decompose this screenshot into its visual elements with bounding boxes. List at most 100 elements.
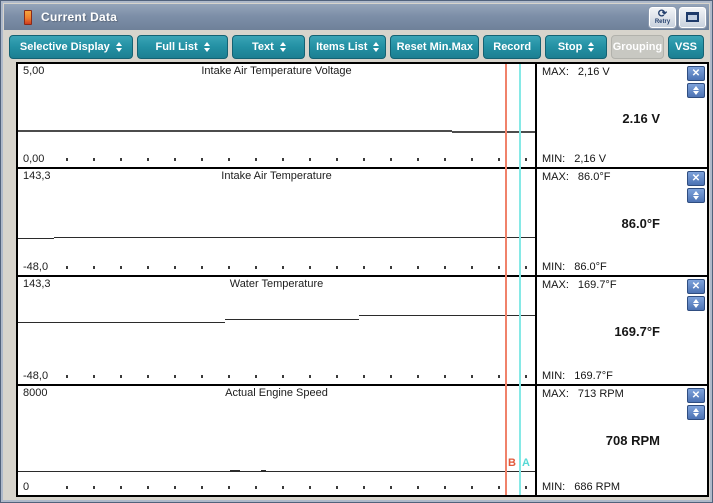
scale-min-label: 0,00 — [23, 153, 44, 165]
trace-line — [261, 470, 266, 471]
channel-title: Water Temperature — [18, 278, 535, 290]
max-label: MAX: — [542, 279, 569, 291]
channel-row-engine-speed: 8000 Actual Engine Speed 0 MAX: 713 RPM … — [18, 386, 707, 495]
reorder-channel-icon[interactable] — [687, 296, 705, 311]
reset-minmax-label: Reset Min.Max — [397, 41, 473, 53]
min-readout: MIN: 86.0°F — [542, 261, 607, 273]
dropdown-arrows-icon — [280, 42, 286, 52]
close-channel-icon[interactable]: ✕ — [687, 279, 705, 294]
selective-display-dropdown[interactable]: Selective Display — [9, 35, 133, 59]
min-readout: MIN: 686 RPM — [542, 481, 620, 493]
reset-minmax-button[interactable]: Reset Min.Max — [390, 35, 479, 59]
channel-title: Intake Air Temperature — [18, 170, 535, 182]
max-label: MAX: — [542, 66, 569, 78]
grouping-label: Grouping — [613, 41, 663, 53]
channel-row-intake-air-temp-voltage: 5,00 Intake Air Temperature Voltage 0,00… — [18, 64, 707, 169]
axis-ticks — [66, 486, 529, 489]
trace-line — [225, 319, 359, 320]
cursor-line-b[interactable] — [505, 64, 507, 495]
max-value: 169.7°F — [578, 279, 617, 291]
current-value: 169.7°F — [614, 324, 660, 339]
current-value: 86.0°F — [622, 216, 660, 231]
axis-ticks — [66, 375, 529, 378]
toolbar: Selective Display Full List Text Items L… — [4, 32, 709, 61]
scale-min-label: -48,0 — [23, 370, 48, 382]
max-readout: MAX: 86.0°F — [542, 171, 610, 183]
title-bar[interactable]: Current Data ⟳ Retry — [4, 4, 709, 30]
plot-area[interactable]: 143,3 Water Temperature -48,0 — [18, 277, 537, 384]
trace-line — [230, 470, 240, 471]
min-value: 86.0°F — [574, 261, 607, 273]
window-title: Current Data — [41, 10, 117, 24]
max-label: MAX: — [542, 171, 569, 183]
vss-label: VSS — [675, 41, 697, 53]
retry-icon: ⟳ — [658, 10, 667, 19]
min-label: MIN: — [542, 261, 565, 273]
trace-line — [359, 315, 535, 316]
maximize-button[interactable] — [679, 7, 706, 28]
max-value: 713 RPM — [578, 388, 624, 400]
cursor-label-b: B — [508, 457, 516, 469]
close-channel-icon[interactable]: ✕ — [687, 66, 705, 81]
trace-line — [18, 130, 452, 132]
current-value: 708 RPM — [606, 433, 660, 448]
plot-area[interactable]: 143,3 Intake Air Temperature -48,0 — [18, 169, 537, 275]
min-readout: MIN: 2,16 V — [542, 153, 606, 165]
record-label: Record — [493, 41, 531, 53]
retry-button[interactable]: ⟳ Retry — [649, 7, 676, 28]
trace-line — [452, 131, 535, 133]
full-list-dropdown[interactable]: Full List — [137, 35, 229, 59]
axis-ticks — [66, 158, 529, 161]
graph-panel: 5,00 Intake Air Temperature Voltage 0,00… — [16, 62, 709, 497]
min-value: 169.7°F — [574, 370, 613, 382]
max-label: MAX: — [542, 388, 569, 400]
text-label: Text — [252, 41, 274, 53]
value-readout: MAX: 169.7°F 169.7°F MIN: 169.7°F ✕ — [537, 277, 707, 384]
reorder-channel-icon[interactable] — [687, 83, 705, 98]
max-value: 86.0°F — [578, 171, 611, 183]
close-channel-icon[interactable]: ✕ — [687, 388, 705, 403]
cursor-label-a: A — [522, 457, 530, 469]
retry-label: Retry — [655, 19, 670, 25]
reorder-channel-icon[interactable] — [687, 405, 705, 420]
max-value: 2,16 V — [578, 66, 610, 78]
channel-row-water-temp: 143,3 Water Temperature -48,0 MAX: 169.7… — [18, 277, 707, 386]
plot-area[interactable]: 8000 Actual Engine Speed 0 — [18, 386, 537, 495]
maximize-icon — [686, 12, 699, 22]
dropdown-arrows-icon — [588, 42, 594, 52]
min-label: MIN: — [542, 481, 565, 493]
app-window: Current Data ⟳ Retry Selective Display F… — [0, 0, 713, 503]
cursor-line-a[interactable] — [519, 64, 521, 495]
grouping-button: Grouping — [611, 35, 664, 59]
trace-line — [18, 471, 535, 472]
scale-min-label: -48,0 — [23, 261, 48, 273]
min-value: 686 RPM — [574, 481, 620, 493]
reorder-channel-icon[interactable] — [687, 188, 705, 203]
stop-dropdown[interactable]: Stop — [545, 35, 607, 59]
scale-min-label: 0 — [23, 481, 29, 493]
record-button[interactable]: Record — [483, 35, 541, 59]
channel-row-intake-air-temp: 143,3 Intake Air Temperature -48,0 MAX: … — [18, 169, 707, 277]
items-list-dropdown[interactable]: Items List — [309, 35, 386, 59]
trace-line — [54, 237, 535, 238]
channel-title: Intake Air Temperature Voltage — [18, 65, 535, 77]
min-label: MIN: — [542, 370, 565, 382]
dropdown-arrows-icon — [373, 42, 379, 52]
trace-line — [18, 238, 54, 239]
text-dropdown[interactable]: Text — [232, 35, 305, 59]
trace-line — [18, 322, 225, 323]
plot-area[interactable]: 5,00 Intake Air Temperature Voltage 0,00 — [18, 64, 537, 167]
min-value: 2,16 V — [574, 153, 606, 165]
items-list-label: Items List — [316, 41, 367, 53]
value-readout: MAX: 86.0°F 86.0°F MIN: 86.0°F ✕ — [537, 169, 707, 275]
channel-title: Actual Engine Speed — [18, 387, 535, 399]
min-readout: MIN: 169.7°F — [542, 370, 613, 382]
max-readout: MAX: 169.7°F — [542, 279, 617, 291]
close-channel-icon[interactable]: ✕ — [687, 171, 705, 186]
full-list-label: Full List — [155, 41, 197, 53]
max-readout: MAX: 713 RPM — [542, 388, 624, 400]
min-label: MIN: — [542, 153, 565, 165]
dropdown-arrows-icon — [116, 42, 122, 52]
current-value: 2.16 V — [622, 111, 660, 126]
vss-button[interactable]: VSS — [668, 35, 704, 59]
